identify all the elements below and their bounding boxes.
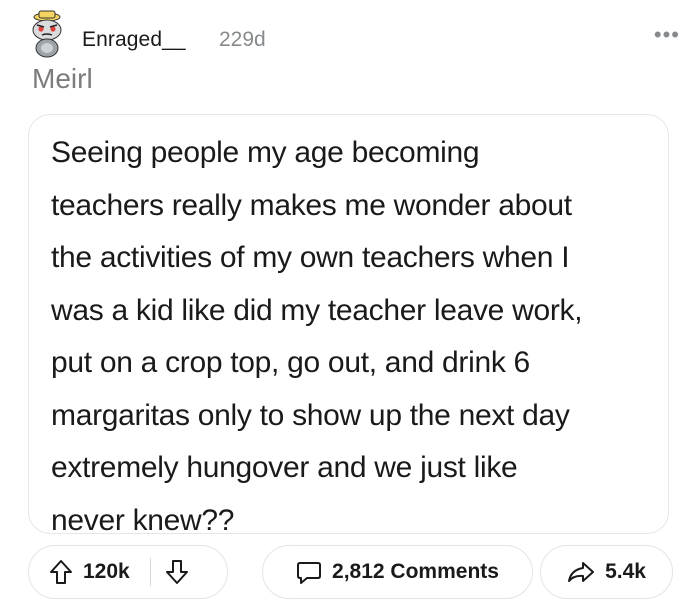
vote-control: 120k — [28, 545, 228, 599]
post-body-line: margaritas only to show up the next day — [51, 398, 570, 432]
post-body-line: the activities of my own teachers when I — [51, 241, 570, 274]
post-age: 229d — [219, 28, 266, 51]
post-actions-bar: 120k 2,812 Comments 5.4k — [28, 545, 673, 601]
snoo-avatar-icon[interactable] — [22, 8, 72, 58]
post-author[interactable]: Enraged__ — [82, 28, 186, 52]
downvote-arrow-icon[interactable] — [165, 559, 189, 585]
comments-button[interactable]: 2,812 Comments — [262, 545, 533, 599]
upvote-arrow-icon[interactable] — [49, 559, 73, 585]
post-body-line: Seeing people my age becoming — [51, 136, 480, 169]
post-body-line: put on a crop top, go out, and drink 6 — [51, 346, 530, 379]
post-body-line: never knew?? — [51, 503, 235, 537]
post-body-line: teachers really makes me wonder about — [51, 188, 572, 222]
post-body-line: was a kid like did my teacher leave work… — [51, 293, 583, 327]
post-header: Enraged__ 229d ••• — [22, 8, 684, 58]
share-count: 5.4k — [605, 560, 646, 583]
post-body-text: Seeing people my age becoming teachers r… — [51, 127, 654, 547]
more-options-icon[interactable]: ••• — [654, 22, 680, 48]
share-arrow-icon — [567, 560, 595, 584]
comment-bubble-icon — [296, 559, 322, 585]
post-title[interactable]: Meirl — [32, 63, 93, 95]
vote-divider — [149, 558, 152, 586]
post-body-line: extremely hungover and we just like — [51, 451, 518, 484]
comments-count: 2,812 Comments — [332, 560, 499, 583]
upvote-count: 120k — [83, 560, 130, 583]
post-body-card: Seeing people my age becoming teachers r… — [28, 114, 669, 537]
share-button[interactable]: 5.4k — [540, 545, 673, 599]
